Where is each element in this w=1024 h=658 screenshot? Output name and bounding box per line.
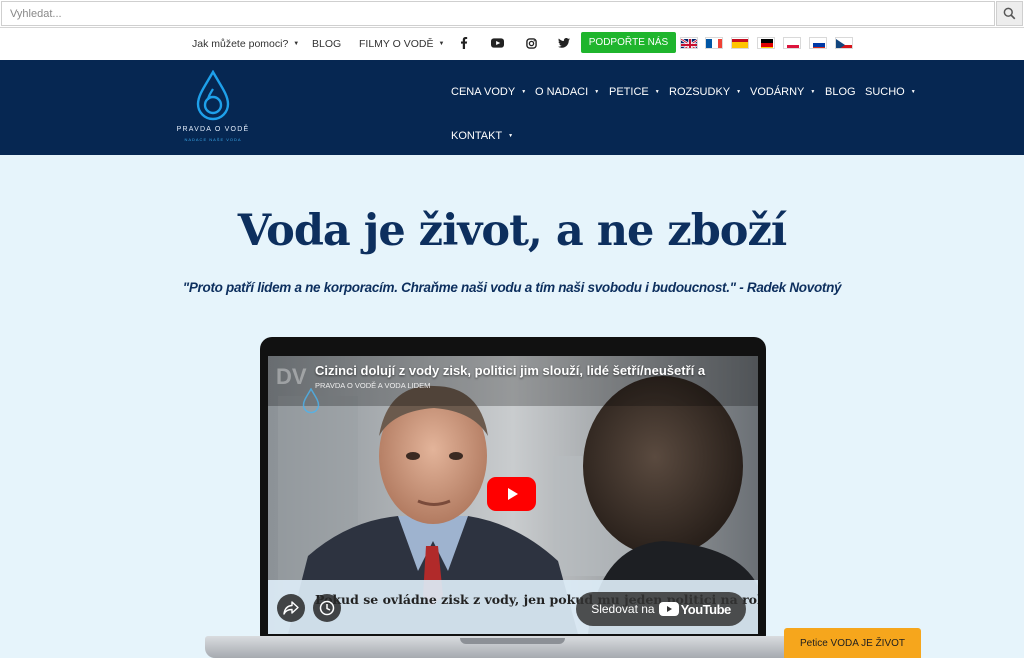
search-icon xyxy=(1003,7,1016,20)
caret-down-icon: ▼ xyxy=(521,89,527,95)
nav-item-cena-vody[interactable]: CENA VODY ▼ xyxy=(451,86,526,98)
youtube-wordmark: YouTube xyxy=(680,601,732,617)
share-icon xyxy=(283,601,299,615)
nav-item-label: SUCHO xyxy=(865,86,905,98)
nav-item-sucho[interactable]: SUCHO ▼ xyxy=(865,86,916,98)
clock-icon xyxy=(319,600,335,616)
caret-down-icon: ▼ xyxy=(810,89,816,95)
youtube-icon[interactable] xyxy=(490,37,504,49)
page-title: Voda je život, a ne zboží xyxy=(237,206,787,256)
caret-down-icon: ▼ xyxy=(736,89,742,95)
search-button[interactable] xyxy=(996,1,1023,26)
films-menu-label: FILMY O VODĚ xyxy=(359,38,434,50)
caret-down-icon: ▼ xyxy=(293,41,300,47)
search-input[interactable] xyxy=(1,1,995,26)
video-embed[interactable]: DV Cizinci dolují z vody zisk, politici … xyxy=(268,356,758,634)
flag-russian-icon[interactable] xyxy=(809,37,827,49)
help-menu[interactable]: Jak můžete pomoci? ▼ xyxy=(192,38,299,50)
instagram-icon[interactable] xyxy=(524,37,538,49)
caret-down-icon: ▼ xyxy=(508,133,514,139)
water-drop-icon xyxy=(196,70,230,121)
nav-item-rozsudky[interactable]: ROZSUDKY ▼ xyxy=(669,86,741,98)
facebook-icon[interactable] xyxy=(457,37,471,49)
caret-down-icon: ▼ xyxy=(910,89,916,95)
channel-drop-icon xyxy=(302,388,320,414)
youtube-logo: YouTube xyxy=(658,601,732,617)
caret-down-icon: ▼ xyxy=(438,41,445,47)
watch-later-button[interactable] xyxy=(313,594,341,622)
caret-down-icon: ▼ xyxy=(654,89,660,95)
twitter-icon[interactable] xyxy=(557,37,571,49)
video-corner-logo: DV xyxy=(276,364,307,389)
nav-item-label: CENA VODY xyxy=(451,86,516,98)
logo-title: PRAVDA O VODĚ xyxy=(176,126,250,133)
nav-item-o-nadaci[interactable]: O NADACI ▼ xyxy=(535,86,599,98)
youtube-logo-icon xyxy=(658,602,679,616)
flag-spanish-icon[interactable] xyxy=(731,37,749,49)
top-bar: Jak můžete pomoci? ▼ BLOG FILMY O VODĚ ▼ P… xyxy=(0,28,1024,60)
play-icon xyxy=(507,488,518,500)
nav-item-vodarny[interactable]: VODÁRNY ▼ xyxy=(750,86,815,98)
nav-item-label: ROZSUDKY xyxy=(669,86,731,98)
support-button[interactable]: PODPOŘTE NÁS xyxy=(581,32,676,53)
nav-item-kontakt[interactable]: KONTAKT ▼ xyxy=(451,130,513,142)
video-title[interactable]: Cizinci dolují z vody zisk, politici jim… xyxy=(315,363,705,378)
laptop-notch xyxy=(460,638,565,644)
search-bar xyxy=(0,0,1024,28)
main-navigation: PRAVDA O VODĚ NADACE NAŠE VODA CENA VODY… xyxy=(0,60,1024,155)
flag-czech-icon[interactable] xyxy=(835,37,853,49)
flag-english-icon[interactable] xyxy=(680,37,698,49)
play-button[interactable] xyxy=(487,477,536,511)
site-logo[interactable]: PRAVDA O VODĚ NADACE NAŠE VODA xyxy=(170,68,256,148)
nav-item-petice[interactable]: PETICE ▼ xyxy=(609,86,660,98)
share-button[interactable] xyxy=(277,594,305,622)
nav-item-label: KONTAKT xyxy=(451,130,503,142)
logo-subtitle: NADACE NAŠE VODA xyxy=(184,137,242,142)
nav-item-label: BLOG xyxy=(825,86,856,98)
watch-on-youtube-button[interactable]: Sledovat na YouTube xyxy=(576,592,746,626)
nav-item-blog[interactable]: BLOG xyxy=(825,86,856,98)
blog-link[interactable]: BLOG xyxy=(312,38,341,50)
video-channel[interactable]: PRAVDA O VODĚ A VODA LIDEM xyxy=(315,381,430,390)
flag-french-icon[interactable] xyxy=(705,37,723,49)
films-menu[interactable]: FILMY O VODĚ ▼ xyxy=(359,38,444,50)
help-menu-label: Jak můžete pomoci? xyxy=(192,38,289,50)
caret-down-icon: ▼ xyxy=(594,89,600,95)
nav-item-label: VODÁRNY xyxy=(750,86,805,98)
nav-item-label: O NADACI xyxy=(535,86,589,98)
nav-item-label: PETICE xyxy=(609,86,649,98)
flag-polish-icon[interactable] xyxy=(783,37,801,49)
watch-label: Sledovat na xyxy=(591,602,655,616)
flag-german-icon[interactable] xyxy=(757,37,775,49)
hero-quote: "Proto patří lidem a ne korporacím. Chra… xyxy=(182,280,842,295)
petice-button[interactable]: Petice VODA JE ŽIVOT xyxy=(784,628,921,658)
